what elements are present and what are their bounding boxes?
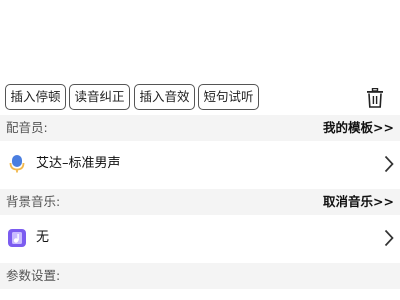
preview-sentence-button[interactable]: 短句试听 (198, 84, 259, 110)
insert-sfx-button[interactable]: 插入音效 (134, 84, 195, 110)
voice-section-label: 配音员: (6, 120, 48, 135)
voice-selector-row[interactable]: 艾达–标准男声 (0, 141, 400, 187)
chevron-right-icon (384, 155, 394, 173)
params-section-header: 参数设置: (0, 263, 400, 289)
my-templates-link[interactable]: 我的模板>> (323, 115, 394, 141)
editor-toolbar: 插入停顿 读音纠正 插入音效 短句试听 (0, 84, 400, 112)
selected-voice-name: 艾达–标准男声 (36, 156, 121, 171)
selected-music-name: 无 (36, 230, 50, 245)
pronunciation-fix-button[interactable]: 读音纠正 (69, 84, 130, 110)
music-section-header: 背景音乐: 取消音乐>> (0, 189, 400, 215)
music-section-label: 背景音乐: (6, 194, 61, 209)
music-selector-row[interactable]: 无 (0, 215, 400, 261)
text-editor-area[interactable] (0, 0, 400, 82)
microphone-icon (9, 155, 25, 173)
music-icon (8, 229, 26, 247)
trash-icon[interactable] (366, 88, 384, 108)
insert-pause-button[interactable]: 插入停顿 (5, 84, 66, 110)
voice-section-header: 配音员: 我的模板>> (0, 115, 400, 141)
params-section-label: 参数设置: (6, 268, 61, 283)
cancel-music-link[interactable]: 取消音乐>> (323, 189, 394, 215)
chevron-right-icon (384, 229, 394, 247)
